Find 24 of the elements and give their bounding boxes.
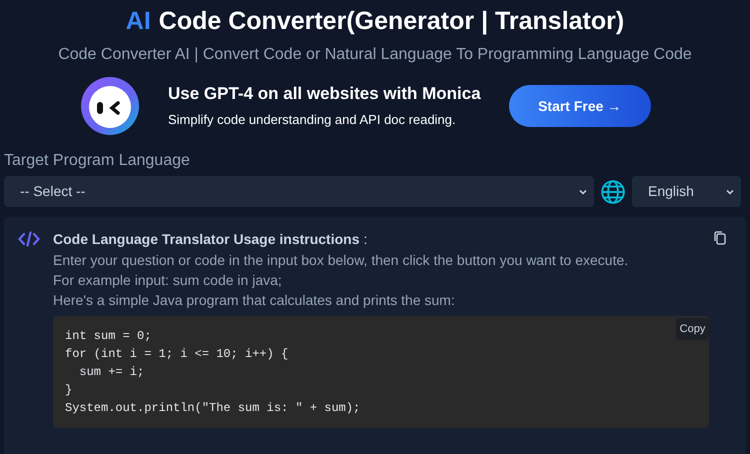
globe-icon[interactable] (600, 178, 626, 204)
instruction-text: For example input: sum code in java; (53, 271, 283, 290)
code-line: for (int i = 1; i <= 10; i++) { (65, 346, 288, 363)
code-line: System.out.println("The sum is: " + sum); (65, 400, 360, 417)
instruction-text: Here's a simple Java program that calculates and prints the sum: (53, 291, 456, 310)
subtitle: Code Converter AI | Convert Code or Natural Language To Programming Language Code (58, 45, 692, 65)
logo-icon (80, 76, 140, 136)
instruction-text: Enter your question or code in the input box below, then click the button you want to execute. (53, 251, 630, 270)
start-free-button[interactable]: Start Free → (508, 85, 651, 127)
language-select[interactable]: English (632, 176, 741, 207)
language-select[interactable]: -- Select -- (4, 176, 594, 207)
code-line: sum += i; (78, 364, 144, 381)
page-title: Code Converter(Generator | Translator) (158, 6, 624, 37)
title-accent: AI (126, 6, 151, 37)
code-icon (18, 231, 40, 247)
banner-heading: Use GPT-4 on all websites with Monica (168, 83, 481, 105)
colon: : (364, 230, 368, 249)
code-line: } (65, 382, 72, 399)
copy-icon[interactable] (714, 231, 726, 245)
field-label: Target Program Language (4, 151, 191, 171)
instructions-title: Code Language Translator Usage instructions (53, 230, 360, 249)
copy-button[interactable]: Copy (676, 318, 709, 340)
banner-text: Simplify code understanding and API doc reading. (168, 111, 457, 129)
code-line: int sum = 0; (65, 328, 152, 345)
